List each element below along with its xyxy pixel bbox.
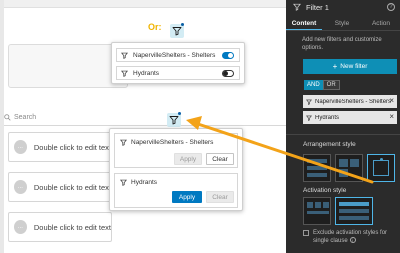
panel-header: Filter 1 ? <box>286 0 400 14</box>
avatar: ... <box>14 220 27 234</box>
divider <box>286 134 400 135</box>
layer-name: NapervilleShelters - Shelters <box>133 51 216 59</box>
filter-section-title: Hydrants <box>131 179 158 186</box>
filter-popup: NapervilleShelters - Shelters Apply Clea… <box>109 128 243 211</box>
list-item[interactable]: ... Double click to edit text <box>8 212 112 242</box>
info-icon[interactable]: i <box>349 237 356 243</box>
filter-active-dot <box>178 112 181 115</box>
filter-icon <box>293 3 301 11</box>
layer-toggle-switch[interactable] <box>222 52 234 59</box>
apply-button[interactable]: Apply <box>174 153 202 165</box>
new-filter-label: New filter <box>340 63 368 70</box>
panel-tabs: Content Style Action <box>286 16 400 31</box>
list-item[interactable]: ... Double click to edit text <box>8 172 112 202</box>
card-text[interactable]: Double click to edit text <box>34 223 111 232</box>
activation-option-2[interactable] <box>335 197 373 225</box>
filter-icon <box>120 139 127 146</box>
or-button[interactable]: OR <box>322 80 340 90</box>
list-item[interactable]: ... Double click to edit text <box>8 132 112 162</box>
avatar: ... <box>14 140 27 154</box>
search-icon <box>4 113 11 121</box>
layer-name: Hydrants <box>133 69 160 77</box>
filter-icon <box>120 179 127 186</box>
divider <box>286 30 400 31</box>
clear-button[interactable]: Clear <box>206 153 234 165</box>
activation-style-title: Activation style <box>303 187 347 194</box>
filter-icon-list[interactable] <box>167 113 181 127</box>
panel-title: Filter 1 <box>306 2 329 12</box>
close-icon[interactable]: × <box>389 113 394 121</box>
help-icon[interactable]: ? <box>387 3 395 11</box>
layer-row-shelters[interactable]: NapervilleShelters - Shelters <box>116 48 240 62</box>
filter-chip[interactable]: Hydrants × <box>303 111 397 124</box>
panel-description: Add new filters and customize options. <box>302 37 382 51</box>
search-box[interactable]: Search <box>4 110 104 124</box>
or-label: Or: <box>148 22 162 32</box>
and-button[interactable]: AND <box>304 80 323 90</box>
card-text[interactable]: Double click to edit text <box>34 183 111 192</box>
clear-button[interactable]: Clear <box>206 191 234 203</box>
filter-icon <box>121 51 129 59</box>
arrangement-option-1[interactable] <box>303 154 331 182</box>
avatar: ... <box>14 180 27 194</box>
activation-option-1[interactable] <box>303 197 331 225</box>
plus-icon: + <box>332 62 338 71</box>
background-card <box>8 44 128 88</box>
layer-toggle-switch[interactable] <box>222 70 234 77</box>
arrangement-style-title: Arrangement style <box>303 141 356 148</box>
search-input[interactable]: Search <box>14 114 36 121</box>
tab-action[interactable]: Action <box>362 16 400 30</box>
tab-style[interactable]: Style <box>323 16 361 30</box>
filter-section-title: NapervilleShelters - Shelters <box>131 139 214 146</box>
arrangement-option-2[interactable] <box>335 154 363 182</box>
card-text[interactable]: Double click to edit text <box>34 143 111 152</box>
logic-toggle: AND OR <box>304 80 340 90</box>
filter-icon <box>306 115 312 121</box>
filter-active-dot <box>181 23 184 26</box>
apply-button[interactable]: Apply <box>172 191 202 203</box>
settings-panel: Filter 1 ? Content Style Action Add new … <box>286 0 400 253</box>
top-strip <box>4 0 286 8</box>
exclude-checkbox[interactable] <box>303 230 309 236</box>
new-filter-button[interactable]: + New filter <box>303 59 397 74</box>
filter-section-hydrants: Hydrants Apply Clear <box>114 173 238 208</box>
filter-icon <box>306 99 312 105</box>
filter-section-shelters: NapervilleShelters - Shelters Apply Clea… <box>114 133 238 168</box>
search-underline <box>4 125 286 126</box>
exclude-option[interactable]: Exclude activation styles for single cla… <box>303 229 397 245</box>
tab-content[interactable]: Content <box>286 16 322 30</box>
filter-chip[interactable]: NapervilleShelters - Shelters × <box>303 95 397 108</box>
close-icon[interactable]: × <box>389 97 394 105</box>
filter-icon <box>121 69 129 77</box>
filter-icon-top[interactable] <box>170 24 184 38</box>
layer-toggle-popup: NapervilleShelters - Shelters Hydrants <box>111 42 245 84</box>
filter-chip-label: Hydrants <box>315 114 340 121</box>
layer-row-hydrants[interactable]: Hydrants <box>116 66 240 80</box>
canvas-area: Or: ext NapervilleShelters - Shelters Hy… <box>0 0 286 253</box>
arrangement-option-3[interactable] <box>367 154 395 182</box>
filter-chip-label: NapervilleShelters - Shelters <box>315 98 392 105</box>
